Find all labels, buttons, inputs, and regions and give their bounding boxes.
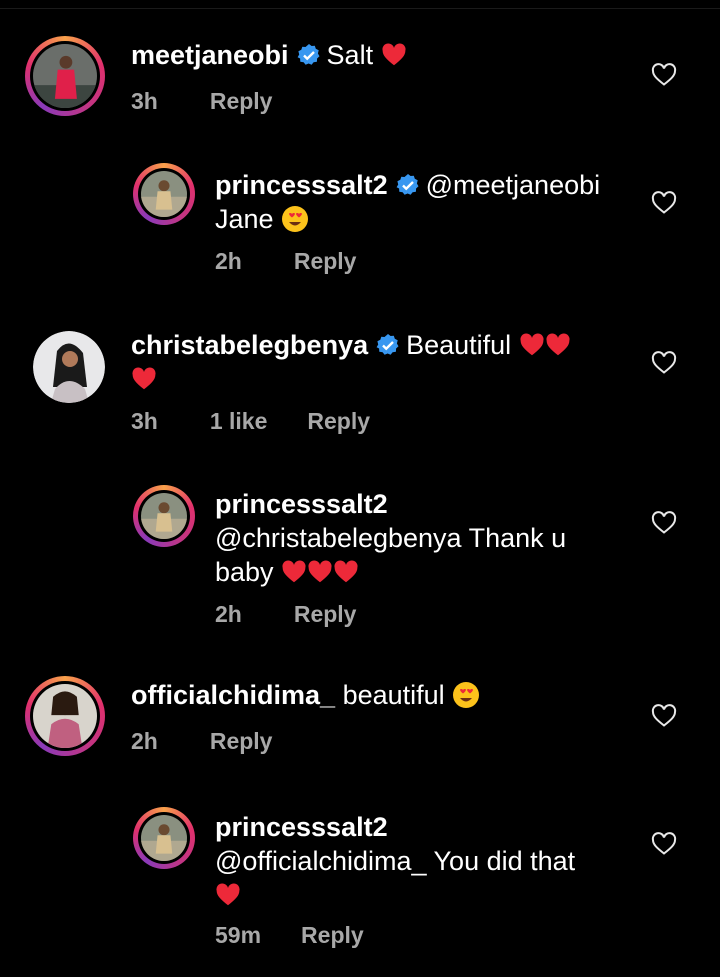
comment-time: 2h xyxy=(215,248,242,274)
heart-outline-icon[interactable] xyxy=(651,704,677,728)
red-heart-emoji xyxy=(216,883,240,906)
red-heart-emoji xyxy=(282,560,306,583)
red-heart-emoji xyxy=(520,333,544,356)
top-divider xyxy=(0,8,720,9)
comment-text: beautiful xyxy=(342,680,445,710)
comment-time: 3h xyxy=(131,408,158,434)
comment-text-2: baby xyxy=(215,557,274,587)
red-heart-emoji xyxy=(132,367,156,390)
comment-username[interactable]: christabelegbenya xyxy=(131,330,368,360)
comment-time: 3h xyxy=(131,88,158,114)
heart-eyes-emoji xyxy=(453,682,480,708)
avatar[interactable] xyxy=(25,36,105,116)
comment-username[interactable]: princesssalt2 xyxy=(215,489,388,519)
avatar[interactable] xyxy=(25,676,105,756)
avatar[interactable] xyxy=(33,331,105,403)
comment-username[interactable]: officialchidima_ xyxy=(131,680,335,710)
comment-text: Beautiful xyxy=(406,330,512,360)
avatar[interactable] xyxy=(133,807,195,869)
red-heart-emoji xyxy=(308,560,332,583)
heart-outline-icon[interactable] xyxy=(651,191,677,215)
comment-time: 59m xyxy=(215,922,262,948)
comment-username[interactable]: princesssalt2 xyxy=(215,812,388,842)
comment-text: @officialchidima_ You did that xyxy=(215,846,576,876)
avatar[interactable] xyxy=(133,485,195,547)
verified-badge-icon xyxy=(396,174,419,195)
reply-button[interactable]: Reply xyxy=(307,408,370,434)
heart-eyes-emoji xyxy=(282,206,309,232)
verified-badge-icon xyxy=(297,44,320,65)
heart-outline-icon[interactable] xyxy=(651,63,677,87)
reply-button[interactable]: Reply xyxy=(301,922,364,948)
comment-text: Jane xyxy=(215,204,274,234)
comment-time: 2h xyxy=(131,728,158,754)
heart-outline-icon[interactable] xyxy=(651,511,677,535)
mention-link[interactable]: @meetjaneobi xyxy=(426,170,601,200)
avatar[interactable] xyxy=(133,163,195,225)
red-heart-emoji xyxy=(382,43,406,66)
comment-text: Salt xyxy=(326,40,374,70)
comment-username[interactable]: meetjaneobi xyxy=(131,40,289,70)
red-heart-emoji xyxy=(334,560,358,583)
reply-button[interactable]: Reply xyxy=(210,728,273,754)
red-heart-emoji xyxy=(546,333,570,356)
reply-button[interactable]: Reply xyxy=(294,248,357,274)
like-count[interactable]: 1 like xyxy=(210,408,268,434)
comment-time: 2h xyxy=(215,601,242,627)
heart-outline-icon[interactable] xyxy=(651,351,677,375)
comment-text: @christabelegbenya Thank u xyxy=(215,523,567,553)
reply-button[interactable]: Reply xyxy=(294,601,357,627)
comment-username[interactable]: princesssalt2 xyxy=(215,170,388,200)
heart-outline-icon[interactable] xyxy=(651,832,677,856)
reply-button[interactable]: Reply xyxy=(210,88,273,114)
verified-badge-icon xyxy=(376,334,399,355)
